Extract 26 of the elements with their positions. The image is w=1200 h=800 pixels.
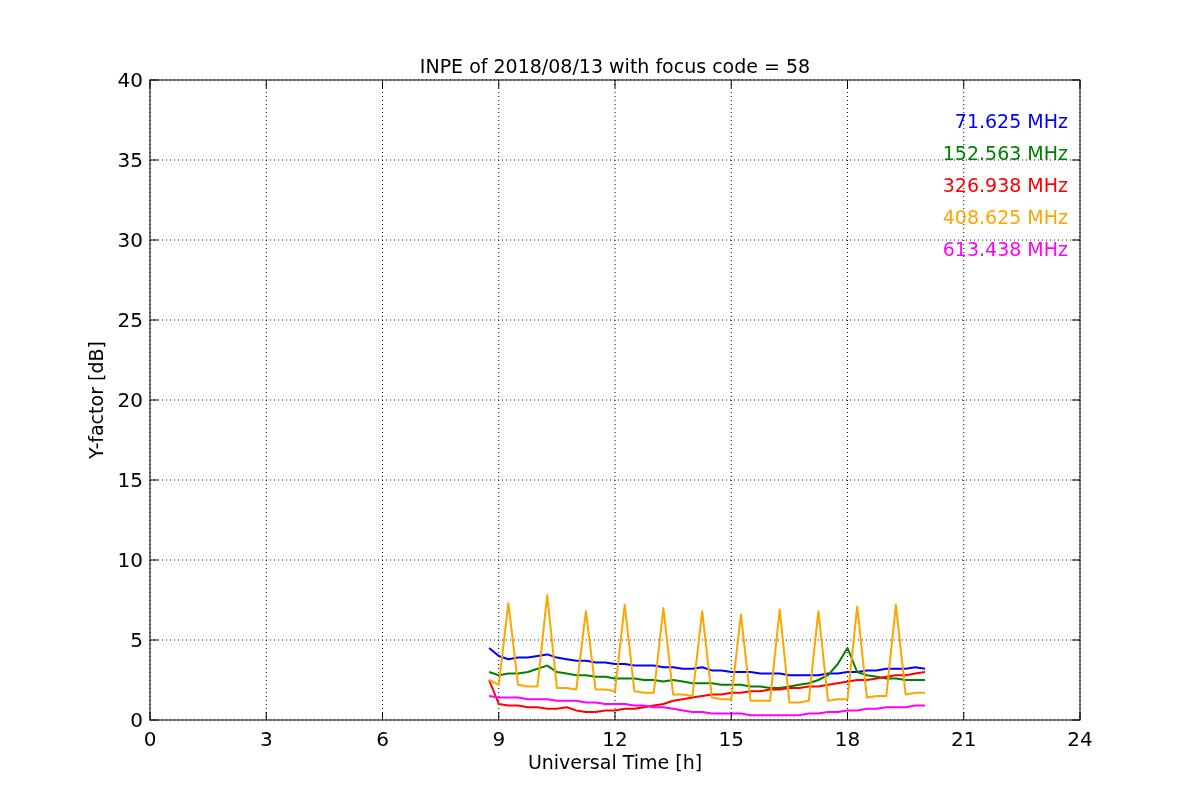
y-tick-label: 35 bbox=[117, 148, 143, 172]
x-tick-label: 6 bbox=[376, 727, 389, 751]
chart-title: INPE of 2018/08/13 with focus code = 58 bbox=[419, 55, 811, 77]
x-tick-label: 12 bbox=[602, 727, 628, 751]
y-tick-label: 30 bbox=[117, 228, 143, 252]
y-tick-label: 15 bbox=[117, 468, 143, 492]
y-tick-label: 10 bbox=[117, 548, 143, 572]
x-tick-label: 9 bbox=[492, 727, 506, 751]
x-tick-label: 3 bbox=[259, 727, 273, 751]
legend-label: 152.563 MHz bbox=[942, 142, 1068, 164]
y-tick-label: 25 bbox=[117, 308, 143, 332]
legend-label: 408.625 MHz bbox=[942, 206, 1068, 228]
x-tick-label: 21 bbox=[951, 727, 977, 751]
legend-label: 326.938 MHz bbox=[942, 174, 1068, 196]
y-axis-label: Y-factor [dB] bbox=[85, 341, 107, 459]
x-tick-label: 24 bbox=[1067, 727, 1093, 751]
y-tick-label: 20 bbox=[117, 388, 143, 412]
y-tick-label: 5 bbox=[130, 628, 143, 652]
x-tick-label: 18 bbox=[834, 727, 861, 751]
legend-label: 71.625 MHz bbox=[954, 110, 1068, 132]
y-tick-label: 0 bbox=[130, 708, 143, 732]
legend-label: 613.438 MHz bbox=[942, 238, 1068, 260]
x-tick-label: 15 bbox=[718, 727, 744, 751]
x-tick-label: 0 bbox=[143, 727, 157, 751]
y-tick-label: 40 bbox=[117, 68, 143, 92]
x-axis-label: Universal Time [h] bbox=[527, 751, 703, 773]
